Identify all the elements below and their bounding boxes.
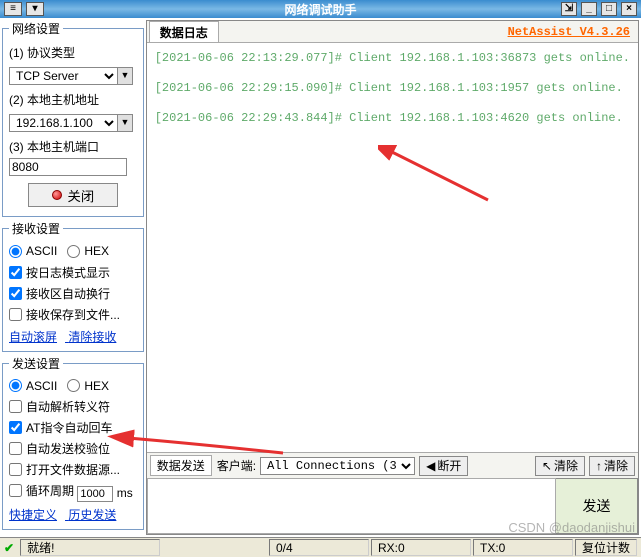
clear-right-button[interactable]: ↑ 清除 <box>589 456 635 476</box>
send-hex-radio[interactable]: HEX <box>67 379 109 393</box>
protocol-select[interactable]: TCP Server <box>9 67 117 85</box>
send-settings: 发送设置 ASCII HEX 自动解析转义符 AT指令自动回车 自动发送校验位 … <box>2 355 144 531</box>
protocol-label: (1) 协议类型 <box>9 44 137 61</box>
clear-left-button[interactable]: ↖ 清除 <box>535 456 585 476</box>
network-legend: 网络设置 <box>9 20 63 37</box>
disconnect-button[interactable]: ◀ 断开 <box>419 456 468 476</box>
status-tx: TX:0 <box>473 539 573 556</box>
main-pane: 数据日志 NetAssist V4.3.26 [2021-06-06 22:13… <box>146 20 639 535</box>
send-cycle-check[interactable]: 循环周期 <box>9 482 74 499</box>
connections-select[interactable]: All Connections (3) <box>260 457 415 475</box>
dock-icon[interactable]: ⇲ <box>561 2 577 16</box>
brand-link[interactable]: NetAssist V4.3.26 <box>508 25 638 39</box>
send-escape-check[interactable]: 自动解析转义符 <box>9 398 110 415</box>
send-autocheck-check[interactable]: 自动发送校验位 <box>9 440 110 457</box>
port-input[interactable] <box>9 158 127 176</box>
minimize-icon[interactable]: _ <box>581 2 597 16</box>
cycle-unit: ms <box>117 486 133 500</box>
tab-datalog[interactable]: 数据日志 <box>149 21 219 42</box>
recv-savefile-check[interactable]: 接收保存到文件... <box>9 306 120 323</box>
log-tabbar: 数据日志 NetAssist V4.3.26 <box>147 21 638 43</box>
send-toolbar: 数据发送 客户端: All Connections (3) ◀ 断开 ↖ 清除 … <box>147 452 638 478</box>
auto-scroll-link[interactable]: 自动滚屏 <box>9 330 57 344</box>
recv-autowrap-check[interactable]: 接收区自动换行 <box>9 285 110 302</box>
log-entry: [2021-06-06 22:29:43.844]# Client 192.16… <box>155 111 630 125</box>
send-legend: 发送设置 <box>9 355 63 372</box>
log-entry: [2021-06-06 22:29:15.090]# Client 192.16… <box>155 81 630 95</box>
recv-logmode-check[interactable]: 按日志模式显示 <box>9 264 110 281</box>
host-label: (2) 本地主机地址 <box>9 91 137 108</box>
log-entry: [2021-06-06 22:13:29.077]# Client 192.16… <box>155 51 630 65</box>
recv-hex-radio[interactable]: HEX <box>67 244 109 258</box>
status-dot-icon <box>52 190 62 200</box>
send-atcr-check[interactable]: AT指令自动回车 <box>9 419 112 436</box>
watermark: CSDN @daodanjishui <box>508 520 635 535</box>
client-label: 客户端: <box>217 457 256 474</box>
host-select[interactable]: 192.168.1.100 <box>9 114 117 132</box>
maximize-icon[interactable]: □ <box>601 2 617 16</box>
protocol-dropdown-icon[interactable]: ▼ <box>117 67 133 85</box>
tab-datasend[interactable]: 数据发送 <box>150 455 212 476</box>
cycle-input[interactable] <box>77 486 113 502</box>
status-rx: RX:0 <box>371 539 471 556</box>
sys-menu-icon[interactable]: ≡ <box>4 2 22 16</box>
port-label: (3) 本地主机端口 <box>9 138 137 155</box>
close-icon[interactable]: × <box>621 2 637 16</box>
network-settings: 网络设置 (1) 协议类型 TCP Server ▼ (2) 本地主机地址 19… <box>2 20 144 217</box>
ready-icon: ✔ <box>4 541 14 555</box>
sys-pin-icon[interactable]: ▾ <box>26 2 44 16</box>
window-title: 网络调试助手 <box>80 1 561 18</box>
recv-legend: 接收设置 <box>9 220 63 237</box>
log-area[interactable]: [2021-06-06 22:13:29.077]# Client 192.16… <box>147 43 638 452</box>
status-ready: 就绪! <box>20 539 160 556</box>
send-textarea[interactable] <box>147 478 556 534</box>
history-link[interactable]: 历史发送 <box>68 508 116 522</box>
send-openfile-check[interactable]: 打开文件数据源... <box>9 461 120 478</box>
host-dropdown-icon[interactable]: ▼ <box>117 114 133 132</box>
sidebar: 网络设置 (1) 协议类型 TCP Server ▼ (2) 本地主机地址 19… <box>2 20 144 535</box>
status-counts: 0/4 <box>269 539 369 556</box>
shortcut-link[interactable]: 快捷定义 <box>9 508 57 522</box>
close-connection-button[interactable]: 关闭 <box>28 183 118 207</box>
send-ascii-radio[interactable]: ASCII <box>9 379 57 393</box>
recv-settings: 接收设置 ASCII HEX 按日志模式显示 接收区自动换行 接收保存到文件..… <box>2 220 144 352</box>
clear-recv-link[interactable]: 清除接收 <box>68 330 116 344</box>
statusbar: ✔ 就绪! 0/4 RX:0 TX:0 复位计数 <box>0 537 641 557</box>
titlebar: ≡ ▾ 网络调试助手 ⇲ _ □ × <box>0 0 641 18</box>
status-reset[interactable]: 复位计数 <box>575 539 637 556</box>
recv-ascii-radio[interactable]: ASCII <box>9 244 57 258</box>
